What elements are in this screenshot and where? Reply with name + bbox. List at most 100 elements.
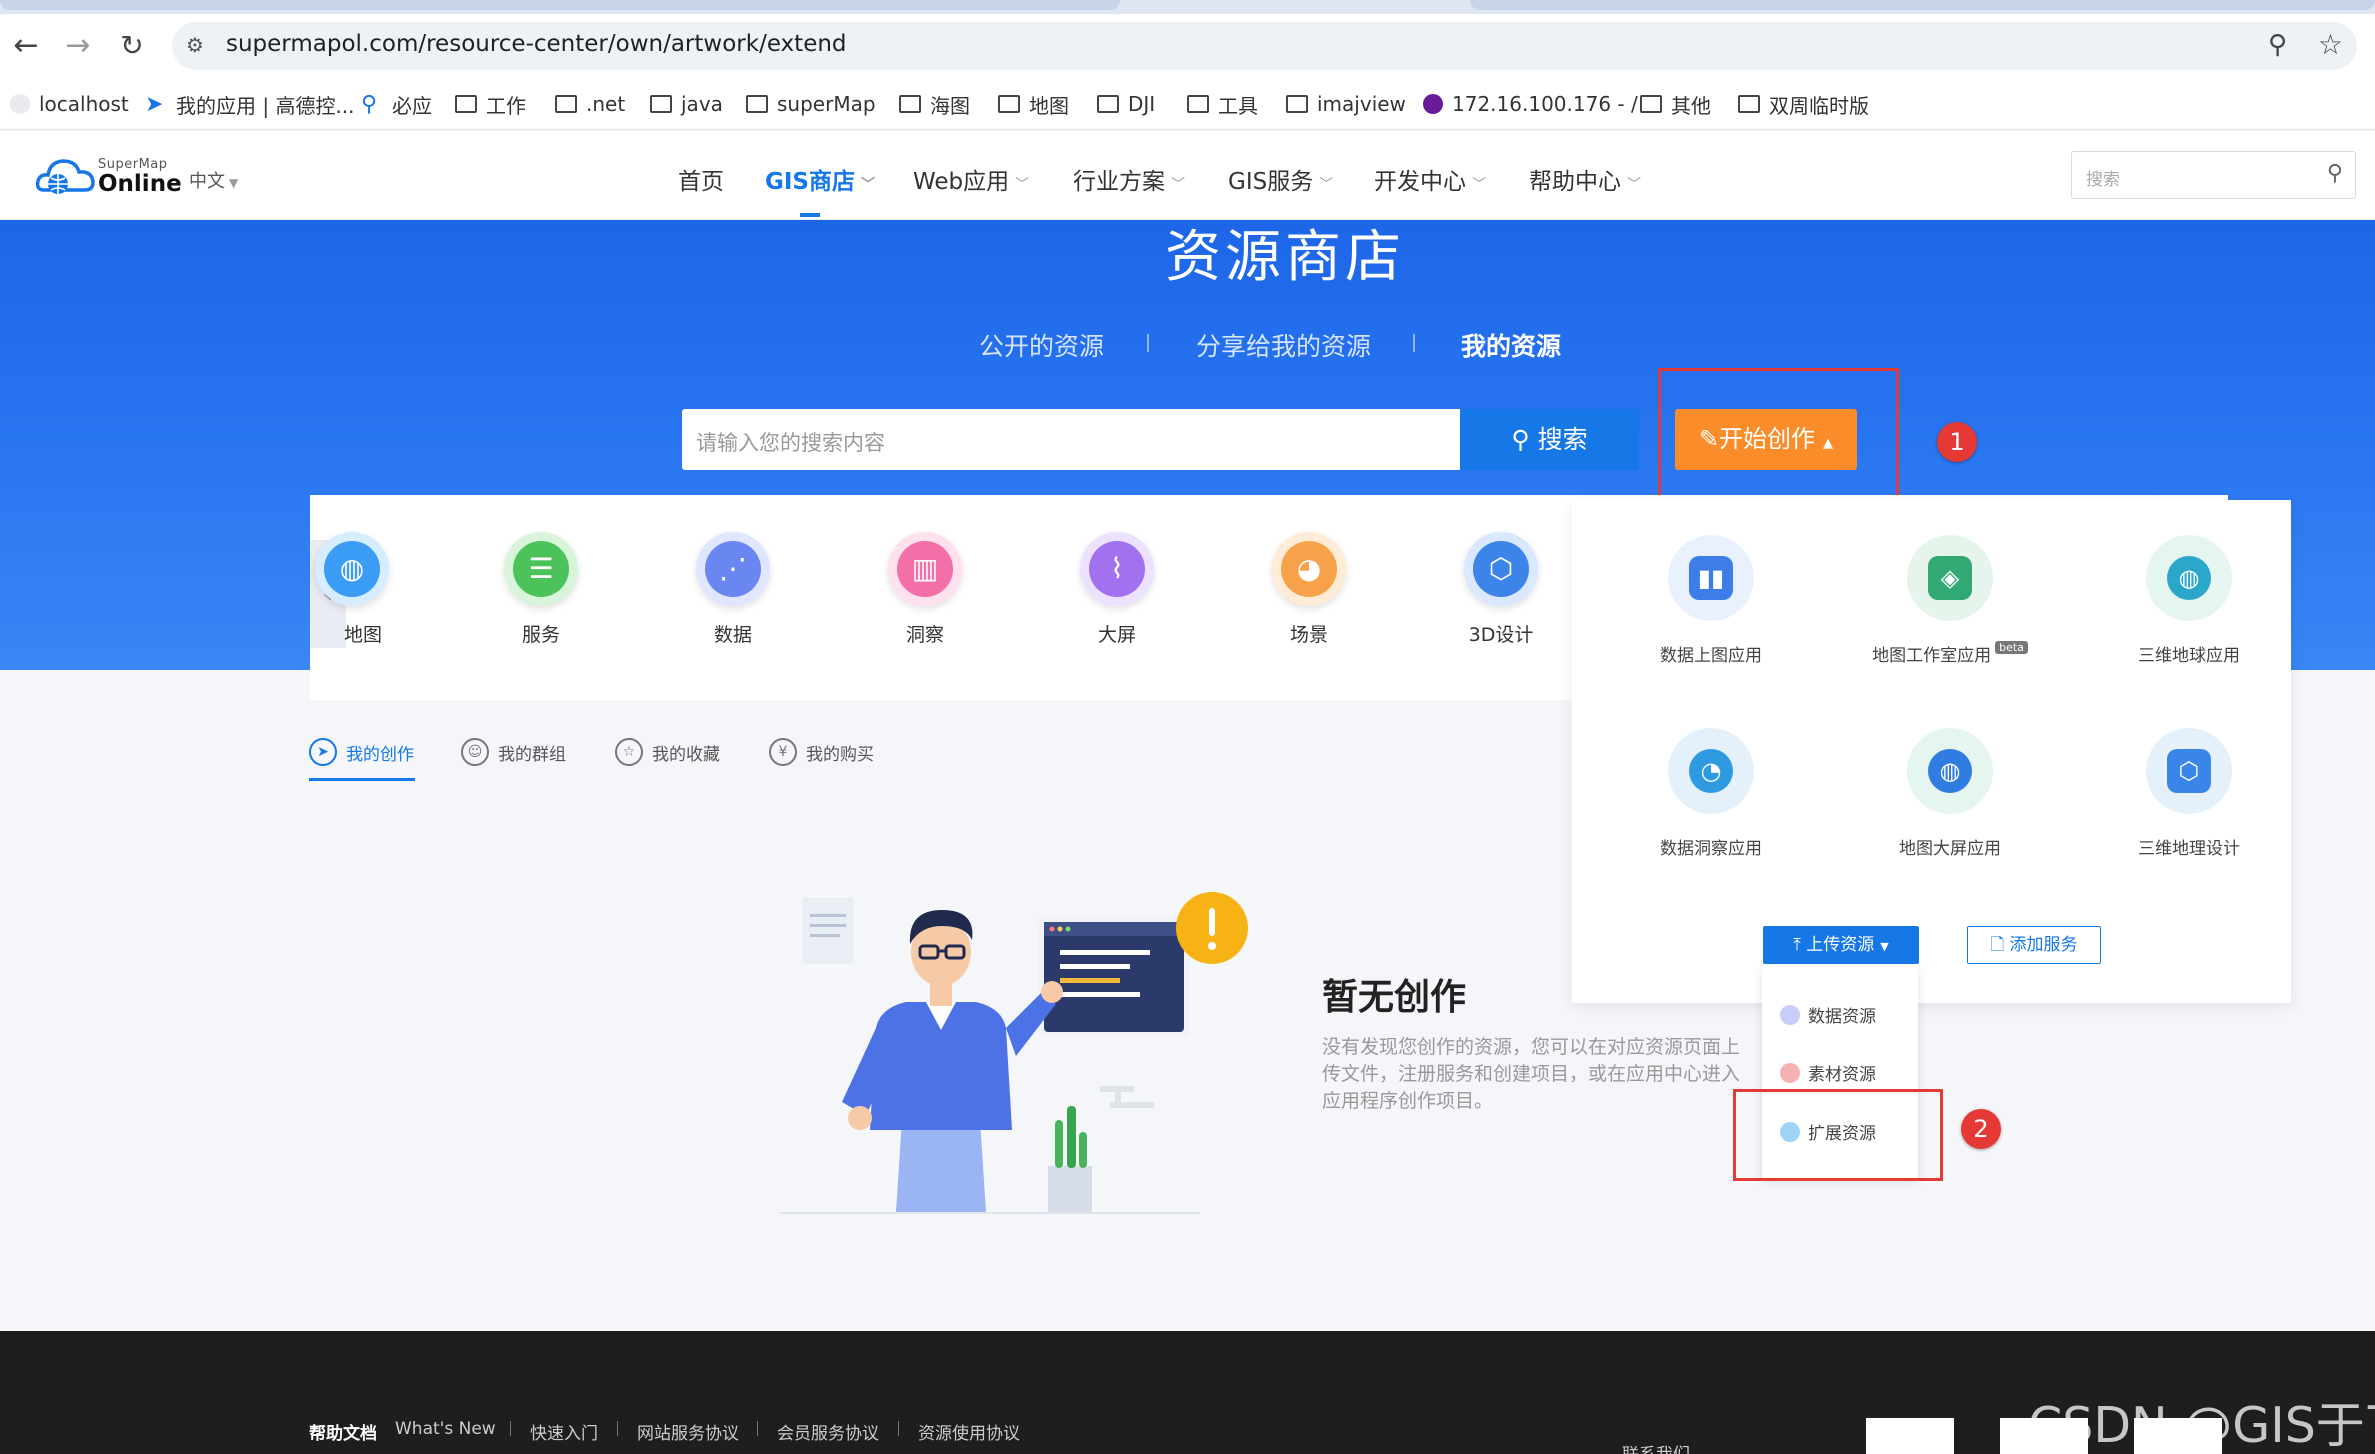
tab-shared-resources[interactable]: 分享给我的资源 [1196, 327, 1371, 363]
divider [617, 1421, 618, 1436]
nav-label: 首页 [678, 169, 724, 195]
app-map-studio[interactable]: ◈ 地图工作室应用 beta [1850, 535, 2050, 666]
bookmark-label: localhost [39, 92, 129, 116]
category-label: 场景 [1289, 624, 1328, 646]
tab-public-resources[interactable]: 公开的资源 [979, 327, 1104, 363]
bookmark-folder-net[interactable]: .net [555, 89, 625, 119]
site-search-input[interactable]: 搜索 ⚲ [2071, 151, 2356, 199]
app-3d-globe[interactable]: ◍ 三维地球应用 [2089, 535, 2289, 666]
bookmark-folder-work[interactable]: 工作 [455, 89, 526, 119]
footer-link-help-docs[interactable]: 帮助文档 [309, 1419, 377, 1444]
tab-my-purchases[interactable]: ¥ 我的购买 [769, 738, 874, 766]
pie-chart-icon: ◔ [1689, 749, 1733, 793]
search-button-label: 搜索 [1537, 425, 1588, 454]
bookmark-folder-tools[interactable]: 工具 [1187, 89, 1258, 119]
menu-item-material-resource[interactable]: 素材资源 [1780, 1060, 1876, 1085]
add-service-button[interactable]: 🗋 添加服务 [1967, 926, 2101, 964]
footer-link-site-agreement[interactable]: 网站服务协议 [637, 1419, 739, 1444]
watermark: CSDN @GIS于丁 [2028, 1397, 2375, 1454]
category-data[interactable]: ⋰ 数据 [678, 532, 788, 647]
nav-help-center[interactable]: 帮助中心 ﹀ [1529, 162, 1641, 196]
category-3d-design[interactable]: ⬡ 3D设计 [1446, 532, 1556, 647]
tab-my-creations[interactable]: ➤ 我的创作 [309, 738, 414, 766]
category-icon-wrap: ⌇ [1080, 532, 1154, 606]
category-insight[interactable]: ▥ 洞察 [870, 532, 980, 647]
app-map-big-screen[interactable]: ◍ 地图大屏应用 [1850, 728, 2050, 859]
bookmark-folder-biweekly[interactable]: 双周临时版 [1738, 89, 1869, 119]
url-text[interactable]: supermapol.com/resource-center/own/artwo… [226, 31, 847, 57]
category-map[interactable]: ◍ 地图 [297, 532, 407, 647]
app-icon-wrap: ◔ [1668, 728, 1754, 814]
bookmark-star-icon[interactable]: ☆ [2318, 28, 2343, 61]
data-resource-icon [1780, 1004, 1800, 1025]
bookmark-folder-other[interactable]: 其他 [1640, 89, 1711, 119]
chevron-down-icon: ﹀ [1015, 177, 1030, 193]
bookmark-amap[interactable]: ➤ 我的应用 | 高德控... [145, 89, 355, 119]
tab-my-resources[interactable]: 我的资源 [1461, 327, 1561, 363]
tab-my-groups[interactable]: ☺ 我的群组 [461, 738, 566, 766]
footer-link-whats-new[interactable]: What's New [395, 1419, 496, 1439]
back-icon[interactable]: ← [8, 28, 44, 64]
bookmark-folder-map[interactable]: 地图 [998, 89, 1069, 119]
app-data-mapping[interactable]: ▮▮ 数据上图应用 [1611, 535, 1811, 666]
browser-tab[interactable] [0, 0, 1120, 10]
bookmark-bing[interactable]: ⚲ 必应 [361, 89, 432, 119]
upload-button-label: 上传资源 [1806, 935, 1875, 955]
bookmark-folder-dji[interactable]: DJI [1097, 89, 1155, 119]
add-service-label: 添加服务 [2009, 935, 2078, 955]
bookmark-folder-imajview[interactable]: imajview [1286, 89, 1406, 119]
bookmark-folder-supermap[interactable]: superMap [746, 89, 876, 119]
app-3d-geo-design[interactable]: ⬡ 三维地理设计 [2089, 728, 2289, 859]
folder-icon [1187, 95, 1209, 113]
browser-tab[interactable] [1470, 0, 2375, 10]
folder-icon [650, 95, 672, 113]
nav-gis-store[interactable]: GIS商店 ﹀ [765, 162, 875, 196]
footer-link-member-agreement[interactable]: 会员服务协议 [777, 1419, 879, 1444]
material-resource-icon [1780, 1062, 1800, 1083]
nav-gis-services[interactable]: GIS服务 ﹀ [1228, 162, 1333, 196]
empty-state-description: 没有发现您创作的资源，您可以在对应资源页面上传文件，注册服务和创建项目，或在应用… [1322, 1036, 1741, 1112]
nav-industry[interactable]: 行业方案 ﹀ [1073, 162, 1185, 196]
bookmark-label: imajview [1317, 92, 1406, 116]
app-icon-wrap: ▮▮ [1668, 535, 1754, 621]
divider [510, 1421, 511, 1436]
bookmark-folder-java[interactable]: java [650, 89, 723, 119]
upload-resource-button[interactable]: ⤒ 上传资源 ▼ [1763, 926, 1919, 964]
tab-label: 我的群组 [498, 744, 566, 765]
tab-label: 公开的资源 [979, 332, 1105, 361]
category-big-screen[interactable]: ⌇ 大屏 [1062, 532, 1172, 647]
app-label: 地图大屏应用 [1899, 839, 2001, 859]
category-label: 大屏 [1097, 624, 1136, 646]
supermap-logo-icon[interactable] [36, 154, 96, 198]
reload-icon[interactable]: ↻ [114, 28, 150, 64]
forward-icon[interactable]: → [60, 28, 96, 64]
bookmark-folder-chart[interactable]: 海图 [899, 89, 970, 119]
folder-icon [746, 95, 768, 113]
site-info-icon[interactable]: ⚙ [186, 33, 204, 57]
zoom-icon[interactable]: ⚲ [2268, 30, 2287, 60]
bookmark-server[interactable]: 172.16.100.176 - / [1423, 89, 1638, 119]
nav-web-apps[interactable]: Web应用 ﹀ [913, 162, 1029, 196]
language-select[interactable]: 中文 ▼ [189, 167, 238, 193]
footer-link-quick-start[interactable]: 快速入门 [530, 1419, 598, 1444]
resource-search-input[interactable]: 请输入您的搜索内容 [682, 409, 1460, 470]
nav-dev-center[interactable]: 开发中心 ﹀ [1374, 162, 1486, 196]
dashboard-icon: ⌇ [1089, 541, 1145, 597]
app-data-insight[interactable]: ◔ 数据洞察应用 [1611, 728, 1811, 859]
browser-tab-strip [0, 0, 2375, 14]
footer-contact: 联系我们 [1622, 1440, 1690, 1454]
search-button[interactable]: ⚲ 搜索 [1460, 409, 1639, 470]
category-label: 地图 [343, 624, 382, 646]
menu-item-data-resource[interactable]: 数据资源 [1780, 1002, 1876, 1027]
tab-my-favorites[interactable]: ☆ 我的收藏 [615, 738, 720, 766]
upload-icon: ⤒ [1793, 935, 1807, 955]
search-icon[interactable]: ⚲ [2327, 161, 2343, 186]
footer-link-resource-agreement[interactable]: 资源使用协议 [918, 1419, 1020, 1444]
category-scene[interactable]: ◕ 场景 [1254, 532, 1364, 647]
caret-down-icon: ▼ [1880, 940, 1889, 953]
category-service[interactable]: ☰ 服务 [486, 532, 596, 647]
bookmark-localhost[interactable]: localhost [10, 89, 129, 119]
nav-home[interactable]: 首页 [678, 162, 724, 196]
category-icon-wrap: ▥ [888, 532, 962, 606]
folder-icon [1738, 95, 1760, 113]
